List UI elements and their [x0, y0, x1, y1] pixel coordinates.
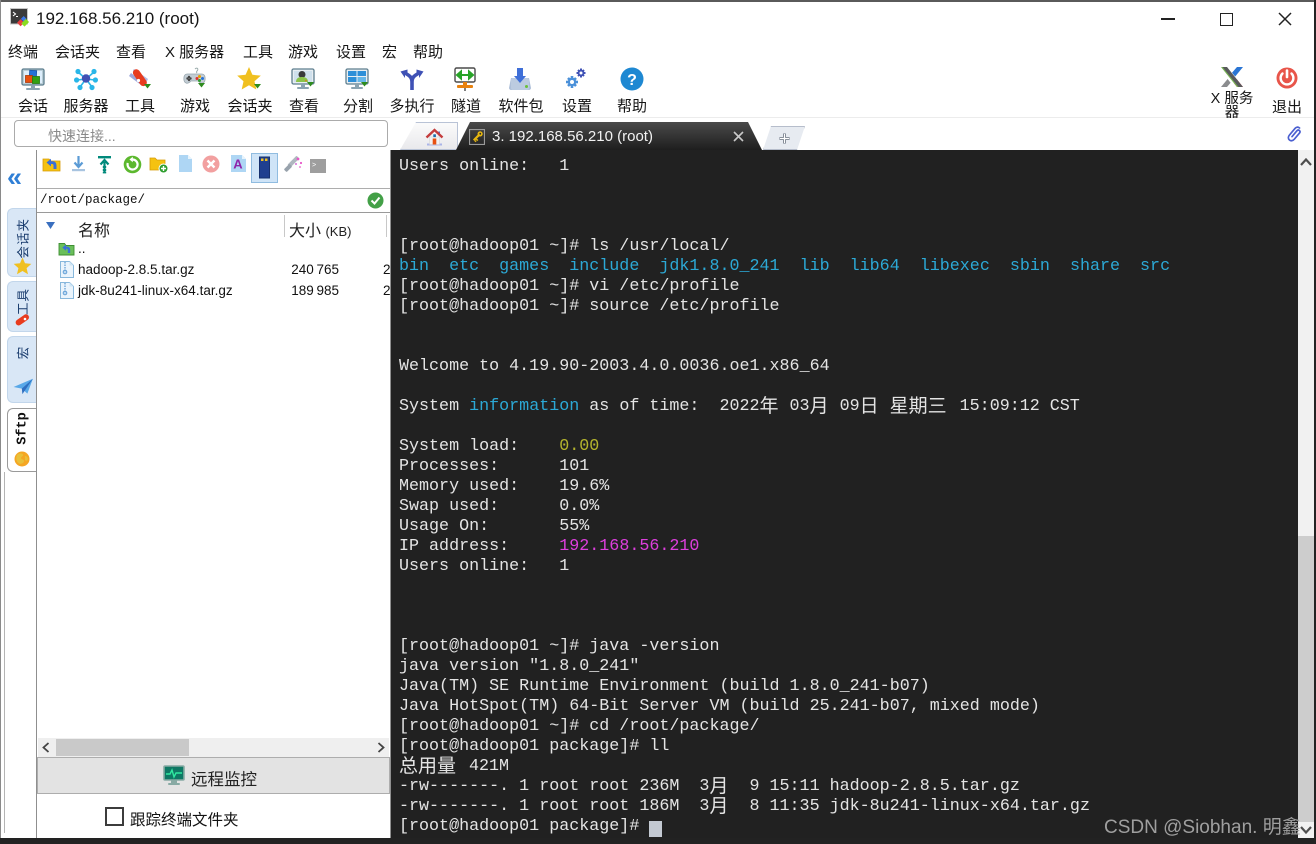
svg-text:>: > [312, 162, 316, 170]
svg-text:?: ? [627, 72, 637, 89]
svg-text:A: A [233, 157, 243, 172]
